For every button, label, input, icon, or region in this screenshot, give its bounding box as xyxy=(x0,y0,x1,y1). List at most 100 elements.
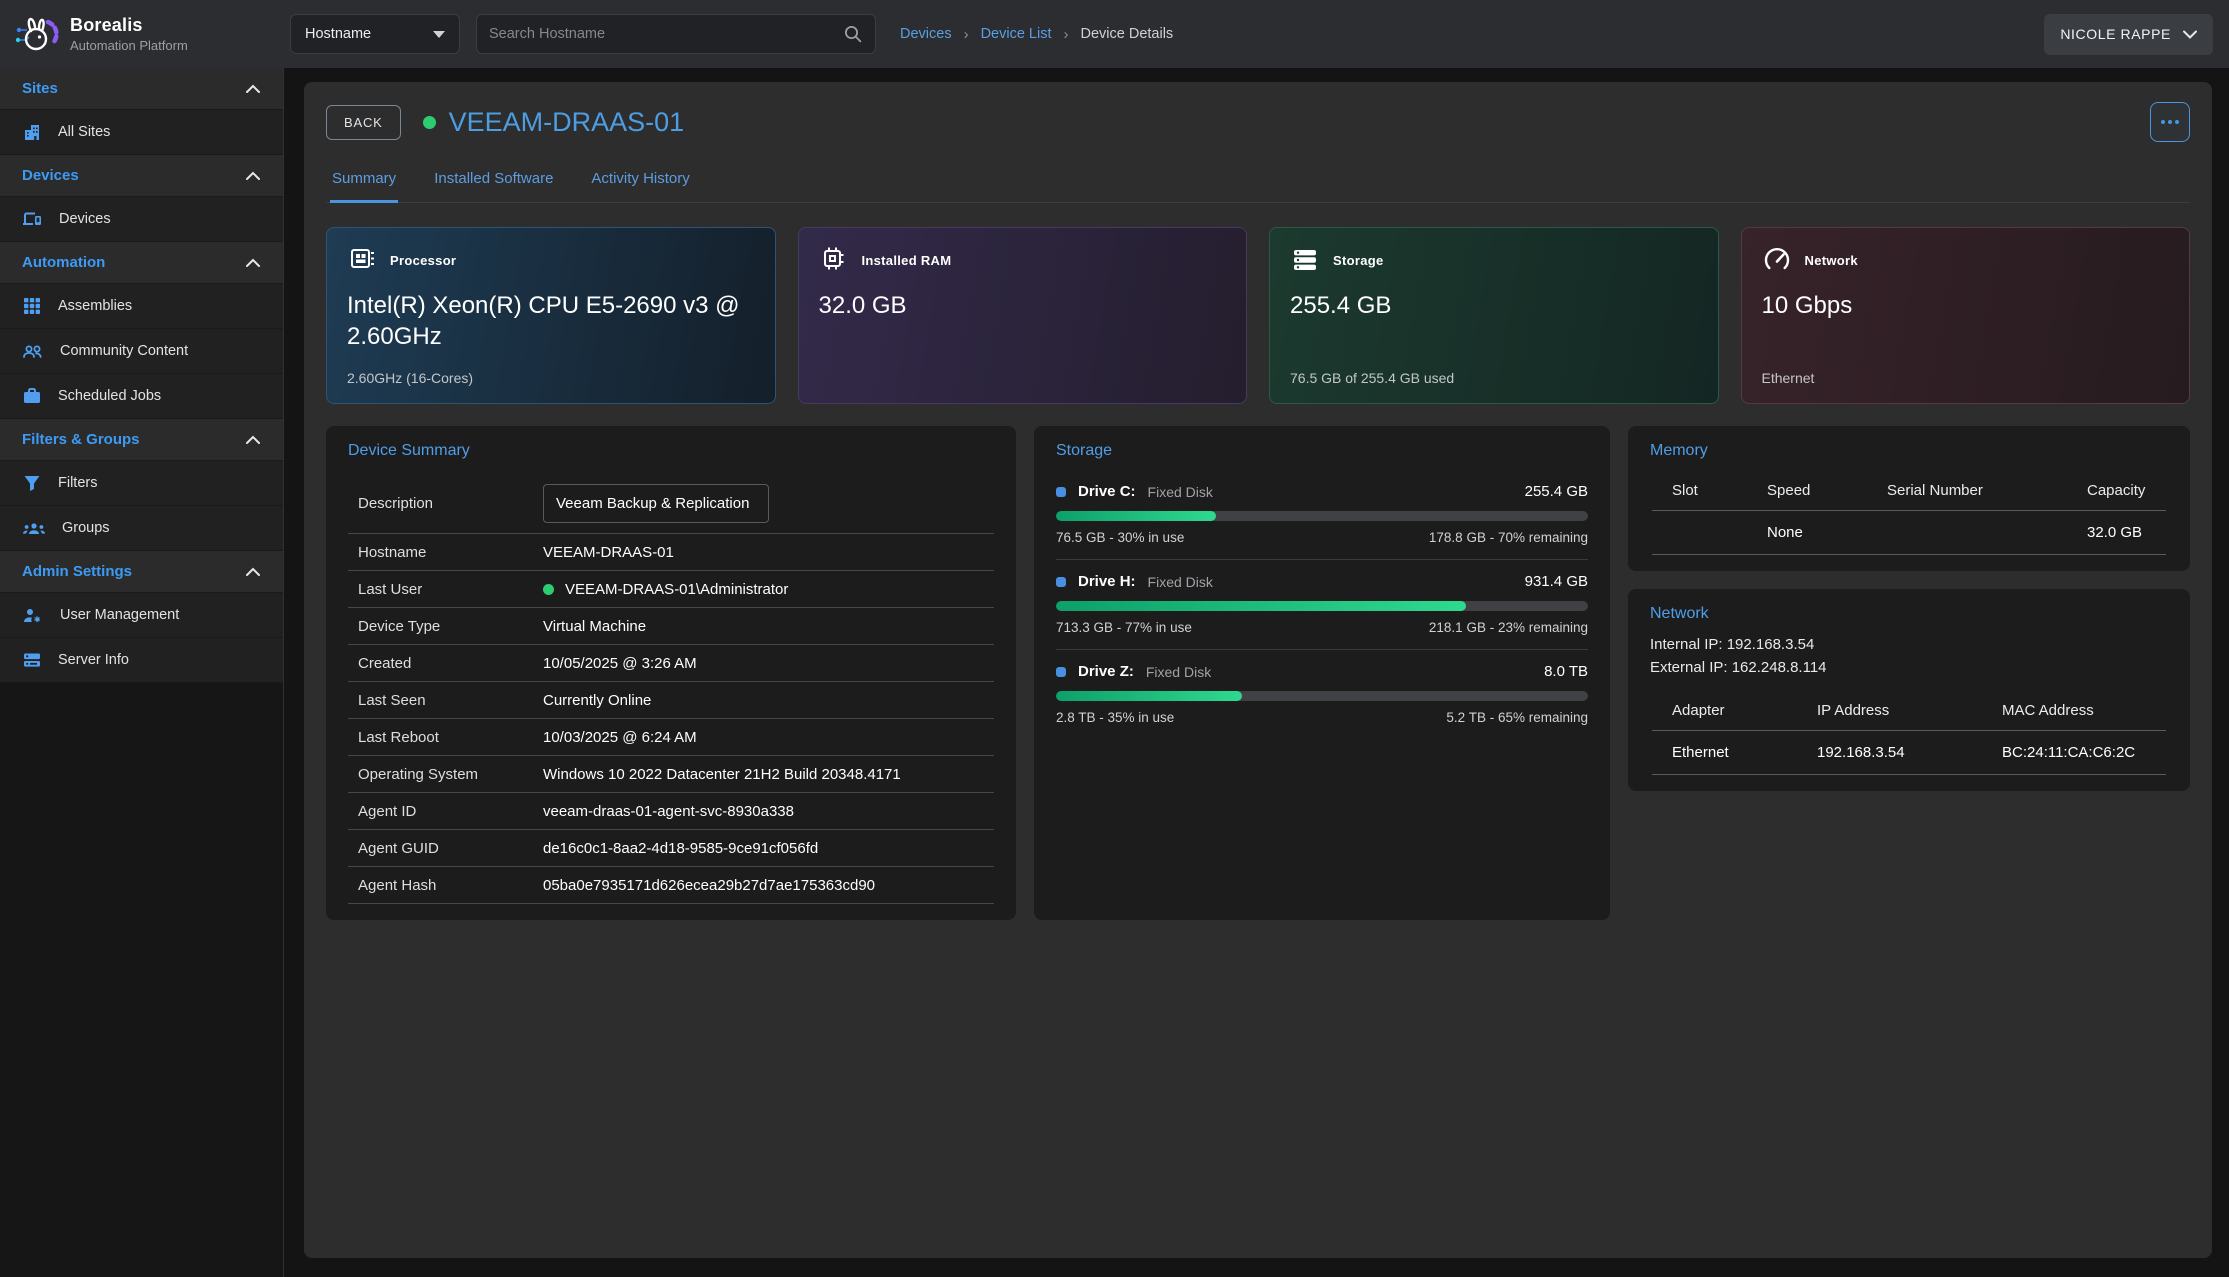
sidebar-section-devices[interactable]: Devices xyxy=(0,155,283,197)
sidebar-item-label: Devices xyxy=(59,211,111,227)
column-header-mac-address: MAC Address xyxy=(1982,694,2166,731)
server-icon xyxy=(22,650,42,670)
user-online-status-dot xyxy=(543,584,554,595)
sidebar-section-automation[interactable]: Automation xyxy=(0,242,283,284)
search-field-select[interactable]: Hostname xyxy=(290,14,460,54)
description-input[interactable] xyxy=(543,484,769,523)
drive-usage-bar-fill xyxy=(1056,511,1216,521)
drive-bullet-icon xyxy=(1056,577,1066,587)
row-label: Last Reboot xyxy=(358,729,543,746)
borealis-rabbit-logo xyxy=(12,10,60,58)
breadcrumb-devices[interactable]: Devices xyxy=(900,26,952,42)
adapter-cell-ip: 192.168.3.54 xyxy=(1797,731,1982,775)
groups-icon xyxy=(22,518,46,538)
stat-card-processor: Processor Intel(R) Xeon(R) CPU E5-2690 v… xyxy=(326,227,776,404)
drive-list: Drive C: Fixed Disk 255.4 GB 76.5 GB - 3… xyxy=(1056,470,1588,739)
table-row-operating-system: Operating System Windows 10 2022 Datacen… xyxy=(348,756,994,793)
sidebar-item-label: Community Content xyxy=(60,343,188,359)
search-field-selected-value: Hostname xyxy=(305,26,371,42)
drive-type: Fixed Disk xyxy=(1148,484,1213,500)
drive-usage-bar-fill xyxy=(1056,601,1466,611)
breadcrumb-device-list[interactable]: Device List xyxy=(981,26,1052,42)
sidebar-section-label: Admin Settings xyxy=(22,563,132,580)
tab-activity-history[interactable]: Activity History xyxy=(589,160,691,203)
sidebar-section-sites[interactable]: Sites xyxy=(0,68,283,110)
stat-card-storage: Storage 255.4 GB 76.5 GB of 255.4 GB use… xyxy=(1269,227,1719,404)
tab-installed-software[interactable]: Installed Software xyxy=(432,160,555,203)
memory-table: Slot Speed Serial Number Capacity None 3… xyxy=(1650,474,2168,555)
stat-card-subtext: 2.60GHz (16-Cores) xyxy=(347,370,755,386)
cpu-icon xyxy=(347,245,377,275)
sidebar-item-label: User Management xyxy=(60,607,179,623)
more-actions-button[interactable] xyxy=(2150,102,2190,142)
device-online-status-dot xyxy=(423,116,436,129)
device-summary-table: Description Hostname VEEAM-DRAAS-01 Las xyxy=(348,474,994,904)
sidebar-item-filters[interactable]: Filters xyxy=(0,461,283,506)
brand-subtitle: Automation Platform xyxy=(70,38,188,53)
tab-summary[interactable]: Summary xyxy=(330,160,398,203)
drive-row-h: Drive H: Fixed Disk 931.4 GB 713.3 GB - … xyxy=(1056,560,1588,650)
sidebar-item-community-content[interactable]: Community Content xyxy=(0,329,283,374)
chevron-down-icon xyxy=(2183,30,2197,39)
column-header-slot: Slot xyxy=(1652,474,1747,511)
stat-cards: Processor Intel(R) Xeon(R) CPU E5-2690 v… xyxy=(326,227,2190,404)
sidebar-item-label: Filters xyxy=(58,475,97,491)
sidebar-item-scheduled-jobs[interactable]: Scheduled Jobs xyxy=(0,374,283,419)
search-input[interactable] xyxy=(489,26,843,42)
sidebar-item-label: All Sites xyxy=(58,124,110,140)
stat-card-subtext: 76.5 GB of 255.4 GB used xyxy=(1290,370,1698,386)
drive-used-text: 2.8 TB - 35% in use xyxy=(1056,710,1174,725)
drive-usage-bar-fill xyxy=(1056,691,1242,701)
table-row-device-type: Device Type Virtual Machine xyxy=(348,608,994,645)
drive-row-c: Drive C: Fixed Disk 255.4 GB 76.5 GB - 3… xyxy=(1056,470,1588,560)
sidebar-item-label: Assemblies xyxy=(58,298,132,314)
chevron-down-icon xyxy=(433,31,445,38)
user-menu-button[interactable]: NICOLE RAPPE xyxy=(2044,14,2213,55)
gauge-icon xyxy=(1762,245,1792,275)
sidebar-item-groups[interactable]: Groups xyxy=(0,506,283,551)
chevron-up-icon xyxy=(245,435,261,445)
sidebar-item-server-info[interactable]: Server Info xyxy=(0,638,283,683)
drive-row-z: Drive Z: Fixed Disk 8.0 TB 2.8 TB - 35% … xyxy=(1056,650,1588,739)
row-label: Hostname xyxy=(358,544,543,561)
ram-icon xyxy=(819,245,849,275)
search-icon xyxy=(843,24,863,44)
topbar: Borealis Automation Platform Hostname De… xyxy=(0,0,2229,68)
stat-card-label: Processor xyxy=(390,253,456,268)
ellipsis-icon xyxy=(2161,120,2165,124)
memory-cell-serial xyxy=(1867,511,2067,555)
row-value: VEEAM-DRAAS-01 xyxy=(543,544,984,561)
drive-name: Drive H: xyxy=(1078,573,1136,590)
sidebar-section-label: Automation xyxy=(22,254,105,271)
chevron-up-icon xyxy=(245,567,261,577)
sidebar-section-filters-groups[interactable]: Filters & Groups xyxy=(0,419,283,461)
drive-type: Fixed Disk xyxy=(1146,664,1211,680)
brand-text: Borealis Automation Platform xyxy=(70,15,188,53)
column-header-speed: Speed xyxy=(1747,474,1867,511)
drive-size: 8.0 TB xyxy=(1544,663,1588,680)
drive-usage-bar xyxy=(1056,601,1588,611)
devices-icon xyxy=(22,209,43,229)
sidebar-item-all-sites[interactable]: All Sites xyxy=(0,110,283,155)
adapter-cell-name: Ethernet xyxy=(1652,731,1797,775)
sidebar-item-user-management[interactable]: User Management xyxy=(0,593,283,638)
detail-panels: Device Summary Description Hostname VEEA… xyxy=(326,426,2190,920)
storage-icon xyxy=(1290,245,1320,275)
sidebar-item-label: Server Info xyxy=(58,652,129,668)
sidebar-section-admin-settings[interactable]: Admin Settings xyxy=(0,551,283,593)
stat-card-label: Installed RAM xyxy=(862,253,952,268)
column-header-ip-address: IP Address xyxy=(1797,694,1982,731)
drive-name: Drive Z: xyxy=(1078,663,1134,680)
row-label: Created xyxy=(358,655,543,672)
table-row-agent-id: Agent ID veeam-draas-01-agent-svc-8930a3… xyxy=(348,793,994,830)
stat-card-value: 10 Gbps xyxy=(1762,290,2170,321)
back-button[interactable]: BACK xyxy=(326,105,401,140)
table-row-last-seen: Last Seen Currently Online xyxy=(348,682,994,719)
panel-title: Storage xyxy=(1056,442,1588,460)
sidebar-item-devices[interactable]: Devices xyxy=(0,197,283,242)
row-value: Windows 10 2022 Datacenter 21H2 Build 20… xyxy=(543,766,984,783)
table-row-last-user: Last User VEEAM-DRAAS-01\Administrator xyxy=(348,571,994,608)
sidebar-item-assemblies[interactable]: Assemblies xyxy=(0,284,283,329)
memory-cell-capacity: 32.0 GB xyxy=(2067,511,2166,555)
table-row-agent-guid: Agent GUID de16c0c1-8aa2-4d18-9585-9ce91… xyxy=(348,830,994,867)
